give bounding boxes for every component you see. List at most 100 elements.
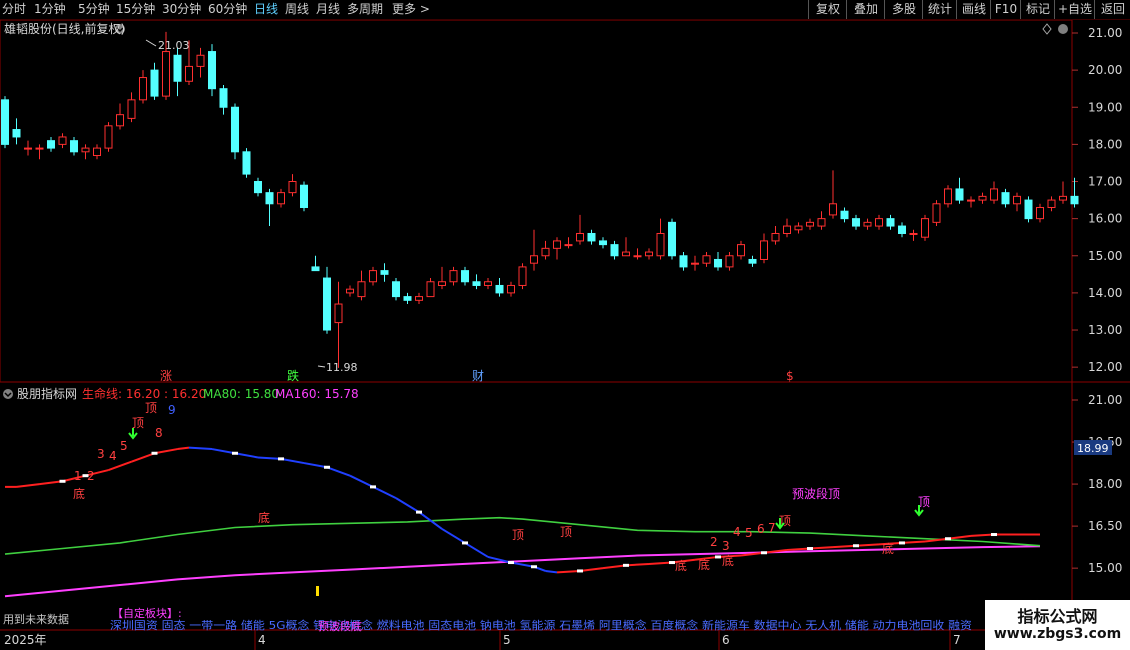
candle-body [449, 270, 458, 283]
period-tab-3[interactable]: 15分钟 [116, 0, 155, 19]
candle-body [691, 262, 699, 265]
period-tab-4[interactable]: 30分钟 [162, 0, 201, 19]
lifeline-segment [395, 497, 420, 513]
toolbar-button-2[interactable]: 多股 [884, 0, 923, 19]
lifeline-segment [234, 452, 259, 459]
lifeline-segment [545, 569, 558, 574]
candle-body [622, 251, 630, 257]
candle-body [1001, 192, 1010, 205]
event-marker[interactable]: $ [786, 369, 794, 383]
candle-body [311, 266, 320, 272]
candle-body [300, 184, 308, 208]
settings-icon[interactable] [1058, 24, 1068, 34]
candle-body [679, 255, 688, 268]
lifeline-tick [807, 547, 813, 551]
signal-arrows [128, 428, 924, 596]
candle-body [139, 77, 147, 101]
event-marker[interactable]: 财 [472, 369, 484, 383]
lifeline-segment [602, 564, 627, 570]
indicator-name[interactable]: 股朋指标网 [17, 386, 77, 401]
candle-body [806, 221, 814, 227]
lifeline-segment [441, 528, 466, 544]
candle-body [380, 270, 389, 275]
candle-body [265, 192, 274, 205]
x-tick-label: 2025年 [4, 633, 47, 647]
indicator-lines [4, 446, 1041, 598]
candle-body [357, 281, 366, 298]
current-value-tag: 18.99 [1074, 440, 1112, 455]
period-tab-1[interactable]: 1分钟 [34, 0, 66, 19]
signal-annotations: 顶 9顶3 4581 2底底顶 顶预波段顶顶4 5 6 7 顶2 3底底底底 [73, 401, 930, 573]
toolbar-button-3[interactable]: 统计 [922, 0, 957, 19]
candle-body [323, 277, 331, 331]
toolbar-button-6[interactable]: 标记 [1020, 0, 1055, 19]
lifeline-segment [177, 446, 190, 451]
period-tab-6[interactable]: 日线 [254, 0, 278, 19]
period-tab-8[interactable]: 月线 [316, 0, 340, 19]
toolbar-button-4[interactable]: 画线 [956, 0, 991, 19]
lifeline-segment [832, 544, 857, 549]
signal-label: 底 [882, 541, 894, 556]
candle-body [392, 281, 400, 298]
period-tab-9[interactable]: 多周期 [347, 0, 383, 19]
period-tab-10[interactable]: 更多 > [392, 0, 430, 19]
candle-body [472, 281, 481, 286]
toolbar-button-0[interactable]: 复权 [808, 0, 847, 19]
lifeline-segment [786, 547, 811, 551]
lifeline-segment [349, 474, 374, 488]
y-tick-label: 19.00 [1088, 100, 1122, 114]
candle-body [886, 218, 895, 227]
sub-y-tick-label: 18.00 [1088, 477, 1122, 491]
candle-body [668, 221, 676, 257]
lifeline-segment [901, 540, 926, 544]
current-value-text: 18.99 [1077, 442, 1109, 455]
candle-body [35, 147, 44, 150]
lifeline-segment [326, 466, 351, 477]
period-tab-5[interactable]: 60分钟 [208, 0, 247, 19]
candle-body [81, 147, 90, 153]
candle-body [518, 266, 527, 286]
toolbar-button-7[interactable]: +自选 [1054, 0, 1095, 19]
yellow-signal-bar [316, 586, 319, 596]
lifeline-tick [416, 510, 422, 514]
period-tab-2[interactable]: 5分钟 [78, 0, 110, 19]
lifeline-segment [257, 456, 282, 460]
sub-panel-header: 股朋指标网 生命线: 16.20 : 16.20 MA80: 15.80 MA1… [3, 386, 359, 401]
toolbar-button-1[interactable]: 叠加 [846, 0, 885, 19]
sub-panel-menu-icon[interactable] [3, 389, 13, 399]
toolbar-button-5[interactable]: F10 [990, 0, 1021, 19]
period-tab-7[interactable]: 周线 [285, 0, 309, 19]
stock-title: 雄韬股份(日线,前复权) [4, 21, 125, 36]
candle-body [219, 88, 228, 108]
lifeline-segment [464, 542, 489, 558]
lifeline-segment [16, 483, 40, 488]
chart-area[interactable]: 雄韬股份(日线,前复权) 21.0020.0019.0018.0017.0016… [0, 20, 1130, 650]
signal-label: 7 [768, 521, 776, 535]
candle-body [990, 188, 998, 201]
signal-label: 2 [87, 469, 95, 483]
lifeline-tick [761, 551, 767, 555]
signal-label: 顶 [132, 416, 144, 430]
candle-body [70, 140, 78, 153]
lifeline-segment [855, 543, 880, 547]
lifeline-segment [211, 448, 236, 455]
signal-label: 8 [155, 426, 163, 440]
y-tick-label: 14.00 [1088, 286, 1122, 300]
diamond-icon[interactable] [1042, 23, 1052, 35]
candle-body [1070, 195, 1079, 205]
candle-body [173, 54, 182, 82]
event-marker[interactable]: 跌 [287, 368, 299, 383]
lifeline-segment [372, 485, 397, 499]
event-marker[interactable]: 涨 [160, 368, 172, 383]
candle-body [104, 125, 113, 149]
candle-body [1047, 199, 1056, 208]
candle-body [484, 281, 492, 286]
main-panel-frame [0, 20, 1073, 383]
lifeline-tick [462, 541, 468, 545]
main-y-axis: 21.00 20.00 19.00 18.00 17.00 16.00 15.00 14.00… [1072, 26, 1122, 374]
high-price-label: 21.03 [158, 39, 190, 52]
period-tab-0[interactable]: 分时 [2, 0, 26, 19]
y-tick-label: 17.00 [1088, 175, 1122, 189]
toolbar-button-8[interactable]: 返回 [1094, 0, 1130, 19]
candle-body [127, 99, 136, 119]
